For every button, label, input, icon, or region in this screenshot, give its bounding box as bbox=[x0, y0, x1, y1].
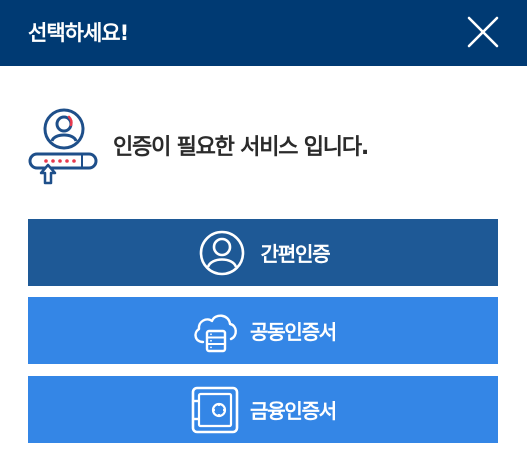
financial-certificate-label: 금융인증서 bbox=[250, 399, 337, 423]
dialog-header: 선택하세요! bbox=[0, 0, 527, 66]
info-message: 인증이 필요한 서비스 입니다. bbox=[113, 135, 369, 160]
user-circle-icon bbox=[197, 228, 247, 278]
dialog-title: 선택하세요! bbox=[28, 21, 129, 45]
auth-select-dialog: 선택하세요! 인증이 필요한 서비스 입니다. 간편인증 공동인증서 금융인증서 bbox=[0, 0, 527, 473]
simple-auth-label: 간편인증 bbox=[260, 242, 331, 266]
close-button[interactable] bbox=[466, 15, 500, 49]
cloud-server-icon bbox=[190, 306, 240, 356]
financial-certificate-button[interactable]: 금융인증서 bbox=[28, 376, 498, 443]
user-password-login-icon bbox=[27, 107, 99, 187]
simple-auth-button[interactable]: 간편인증 bbox=[28, 219, 498, 286]
joint-certificate-button[interactable]: 공동인증서 bbox=[28, 297, 498, 364]
close-icon bbox=[467, 16, 499, 48]
joint-certificate-label: 공동인증서 bbox=[250, 320, 337, 344]
safe-icon bbox=[190, 385, 240, 435]
